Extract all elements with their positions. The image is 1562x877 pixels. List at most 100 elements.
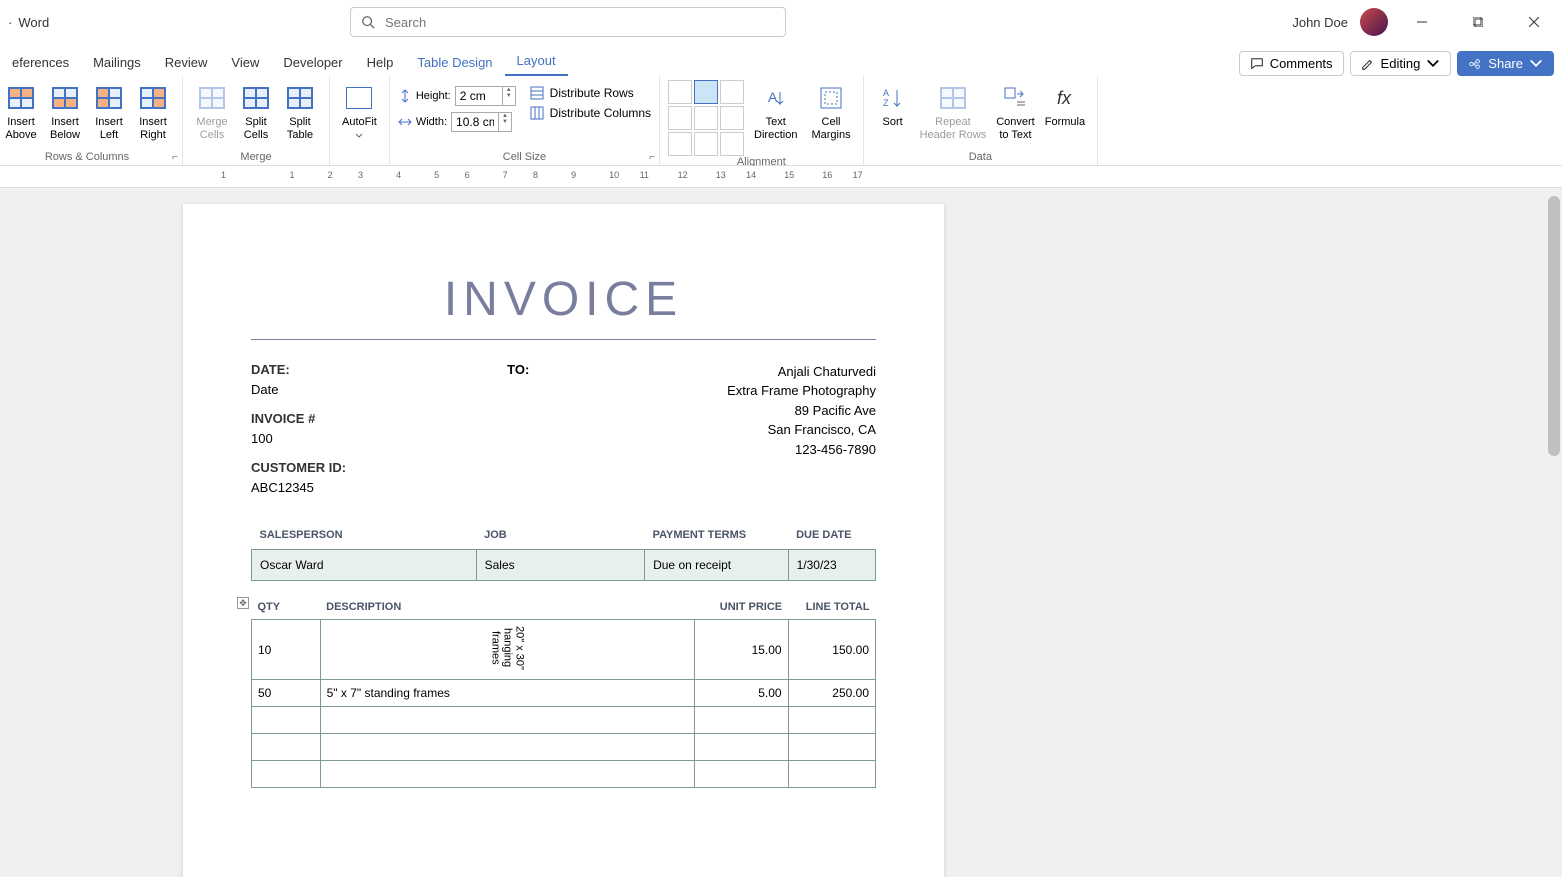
sale-table[interactable]: SALESPERSON JOB PAYMENT TERMS DUE DATE O…	[251, 521, 876, 581]
alignment-grid	[668, 80, 744, 156]
group-rows-columns: InsertAbove InsertBelow InsertLeft Inser…	[0, 76, 183, 165]
align-top-left[interactable]	[668, 80, 692, 104]
distribute-rows-icon	[530, 86, 544, 100]
scrollbar-thumb[interactable]	[1548, 196, 1560, 456]
group-alignment: A TextDirection CellMargins Alignment	[660, 76, 864, 165]
user-name: John Doe	[1292, 15, 1348, 30]
tab-table-design[interactable]: Table Design	[405, 49, 504, 76]
width-icon	[398, 115, 412, 129]
height-input[interactable]	[456, 87, 502, 105]
tabs-actions: Comments Editing Share	[1239, 51, 1554, 76]
svg-text:A: A	[768, 89, 778, 105]
search-input[interactable]	[385, 15, 775, 30]
repeat-header-icon	[937, 82, 969, 114]
pencil-icon	[1361, 57, 1375, 71]
split-table-button[interactable]: SplitTable	[279, 80, 321, 144]
tab-help[interactable]: Help	[355, 49, 406, 76]
height-spinner[interactable]: ▲▼	[455, 86, 516, 106]
align-middle-right[interactable]	[720, 106, 744, 130]
tab-review[interactable]: Review	[153, 49, 220, 76]
table-row[interactable]	[252, 707, 876, 734]
cell-margins-button[interactable]: CellMargins	[807, 80, 854, 144]
table-row[interactable]	[252, 734, 876, 761]
sort-button[interactable]: AZ Sort	[872, 80, 914, 131]
ribbon: InsertAbove InsertBelow InsertLeft Inser…	[0, 76, 1562, 166]
insert-below-button[interactable]: InsertBelow	[44, 80, 86, 144]
search-icon	[361, 15, 375, 29]
items-table[interactable]: QTY DESCRIPTION UNIT PRICE LINE TOTAL 10…	[251, 595, 876, 788]
align-middle-center[interactable]	[694, 106, 718, 130]
titlebar-right: John Doe	[1292, 8, 1556, 36]
tab-references[interactable]: eferences	[0, 49, 81, 76]
app-title: · Word	[8, 15, 49, 30]
title-rule	[251, 339, 876, 340]
insert-left-icon	[93, 82, 125, 114]
distribute-cols-button[interactable]: Distribute Columns	[530, 106, 651, 120]
share-icon	[1468, 57, 1482, 71]
split-cells-button[interactable]: SplitCells	[235, 80, 277, 144]
text-direction-button[interactable]: A TextDirection	[750, 80, 801, 144]
rotated-text: 20" x 30" hanging frames	[489, 626, 525, 670]
table-row[interactable]: 50 5" x 7" standing frames 5.00 250.00	[252, 680, 876, 707]
width-down[interactable]: ▼	[499, 119, 511, 125]
align-bottom-left[interactable]	[668, 132, 692, 156]
avatar[interactable]	[1360, 8, 1388, 36]
tab-layout[interactable]: Layout	[505, 47, 568, 76]
formula-button[interactable]: fx Formula	[1041, 80, 1089, 131]
autofit-button[interactable]: AutoFit	[338, 80, 381, 144]
cell-margins-icon	[815, 82, 847, 114]
align-bottom-right[interactable]	[720, 132, 744, 156]
ribbon-tabs: eferences Mailings Review View Developer…	[0, 44, 1562, 76]
close-button[interactable]	[1512, 8, 1556, 36]
width-row: Width: ▲▼	[398, 112, 516, 132]
horizontal-ruler[interactable]: 1 1 2 3 4 5 6 7 8 9 10 11 12 13 14 15 16…	[0, 166, 1562, 188]
align-middle-left[interactable]	[668, 106, 692, 130]
tab-developer[interactable]: Developer	[271, 49, 354, 76]
document-area[interactable]: INVOICE DATE: Date INVOICE # 100 CUSTOME…	[0, 188, 1562, 877]
split-table-icon	[284, 82, 316, 114]
height-icon	[398, 89, 412, 103]
tab-mailings[interactable]: Mailings	[81, 49, 153, 76]
search-container	[350, 7, 786, 37]
align-bottom-center[interactable]	[694, 132, 718, 156]
search-box[interactable]	[350, 7, 786, 37]
minimize-button[interactable]	[1400, 8, 1444, 36]
align-top-right[interactable]	[720, 80, 744, 104]
cell-size-launcher[interactable]: ⌐	[649, 152, 655, 163]
editing-button[interactable]: Editing	[1350, 51, 1452, 76]
distribute-cols-icon	[530, 106, 544, 120]
page[interactable]: INVOICE DATE: Date INVOICE # 100 CUSTOME…	[183, 204, 944, 877]
info-right[interactable]: TO: Anjali Chaturvedi Extra Frame Photog…	[727, 360, 876, 497]
invoice-title[interactable]: INVOICE	[251, 272, 876, 327]
insert-above-button[interactable]: InsertAbove	[0, 80, 42, 144]
distribute-rows-button[interactable]: Distribute Rows	[530, 86, 651, 100]
table-row[interactable]	[252, 761, 876, 788]
svg-text:fx: fx	[1057, 88, 1072, 108]
table-row[interactable]: Oscar Ward Sales Due on receipt 1/30/23	[252, 550, 876, 581]
rows-cols-launcher[interactable]: ⌐	[172, 152, 178, 163]
comments-button[interactable]: Comments	[1239, 51, 1344, 76]
align-top-center[interactable]	[694, 80, 718, 104]
table-move-handle[interactable]: ✥	[237, 597, 249, 609]
insert-left-button[interactable]: InsertLeft	[88, 80, 130, 144]
table-row[interactable]: 10 20" x 30" hanging frames 15.00 150.00	[252, 620, 876, 680]
width-input[interactable]	[452, 113, 498, 131]
share-button[interactable]: Share	[1457, 51, 1554, 76]
group-merge: MergeCells SplitCells SplitTable Merge	[183, 76, 330, 165]
width-spinner[interactable]: ▲▼	[451, 112, 512, 132]
convert-icon	[999, 82, 1031, 114]
repeat-header-button: RepeatHeader Rows	[916, 80, 991, 144]
vertical-scrollbar[interactable]	[1546, 188, 1562, 877]
convert-to-text-button[interactable]: Convertto Text	[992, 80, 1039, 144]
chevron-down-icon	[1426, 57, 1440, 71]
table-row: QTY DESCRIPTION UNIT PRICE LINE TOTAL	[252, 595, 876, 620]
split-cells-icon	[240, 82, 272, 114]
maximize-button[interactable]	[1456, 8, 1500, 36]
insert-below-icon	[49, 82, 81, 114]
formula-icon: fx	[1049, 82, 1081, 114]
tab-view[interactable]: View	[219, 49, 271, 76]
info-left[interactable]: DATE: Date INVOICE # 100 CUSTOMER ID: AB…	[251, 360, 346, 497]
svg-text:Z: Z	[883, 98, 889, 108]
height-down[interactable]: ▼	[503, 93, 515, 99]
insert-right-button[interactable]: InsertRight	[132, 80, 174, 144]
